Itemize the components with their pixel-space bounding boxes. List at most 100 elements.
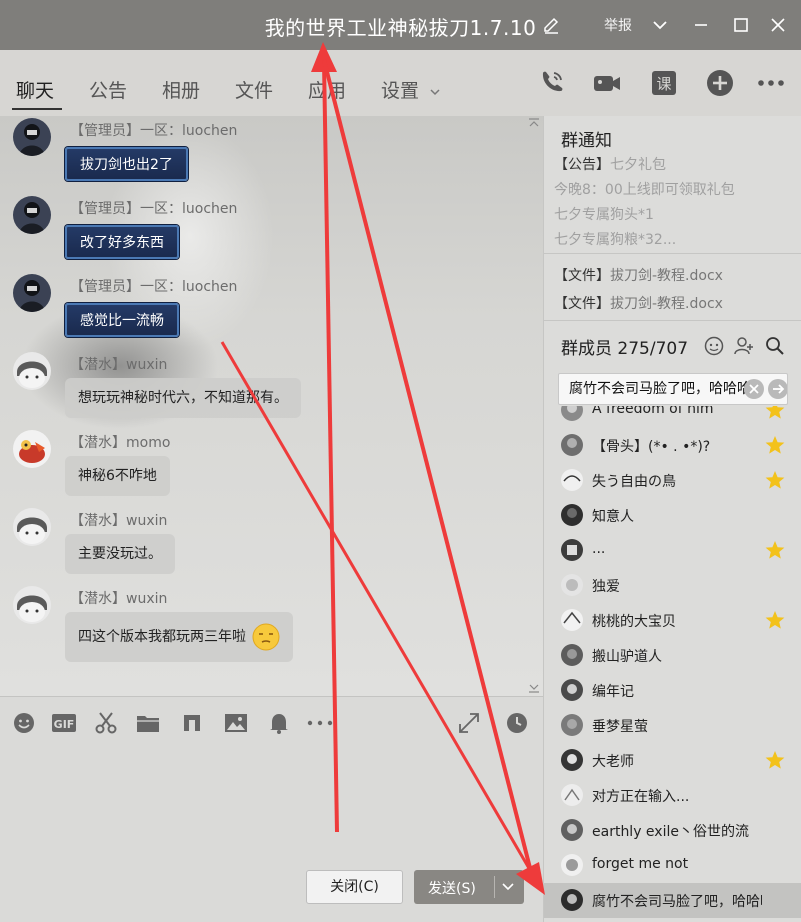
message-input[interactable]: 关闭(C) 发送(S) <box>0 746 543 922</box>
maximize-icon[interactable] <box>730 14 752 36</box>
add-icon[interactable] <box>705 68 735 98</box>
member-item[interactable]: A freedom of him <box>544 406 801 428</box>
expand-icon[interactable] <box>457 711 481 735</box>
notice-file[interactable]: 【文件】拔刀剑-教程.docx <box>554 293 723 313</box>
message-bubble[interactable]: 改了好多东西 <box>65 225 179 259</box>
clear-search-icon[interactable] <box>743 378 765 400</box>
star-icon <box>765 471 785 489</box>
member-list[interactable]: A freedom of him 【骨头】(*• . •*)? 失う自由の鳥 知… <box>544 406 801 922</box>
member-name: forget me not <box>592 856 689 872</box>
star-icon <box>765 436 785 454</box>
member-name: A freedom of him <box>592 406 714 417</box>
video-icon[interactable] <box>592 68 622 98</box>
member-item[interactable]: earthly exile丶俗世的流 <box>544 813 801 848</box>
chevron-down-icon[interactable] <box>649 14 671 36</box>
chat-message-area[interactable]: 【管理员】一区：luochen 拔刀剑也出2了 【管理员】一区：luochen … <box>0 116 543 696</box>
emoji-icon[interactable] <box>12 711 36 735</box>
notice-file[interactable]: 【文件】拔刀剑-教程.docx <box>554 265 723 285</box>
input-toolbar: GIF <box>0 696 543 746</box>
gif-icon[interactable]: GIF <box>51 711 77 735</box>
member-avatar <box>561 406 583 421</box>
collapse-up-icon[interactable] <box>528 118 540 130</box>
folder-icon[interactable] <box>136 711 160 735</box>
member-item[interactable]: 失う自由の鳥 <box>544 463 801 498</box>
more-icon[interactable] <box>756 68 786 98</box>
message-bubble[interactable]: 主要没玩过。 <box>65 534 175 574</box>
close-icon[interactable] <box>767 14 789 36</box>
message-bubble[interactable]: 感觉比一流畅 <box>65 303 179 337</box>
tab-album[interactable]: 相册 <box>162 76 200 103</box>
add-member-icon[interactable] <box>734 336 754 356</box>
user-avatar[interactable] <box>13 586 51 624</box>
report-button[interactable]: 举报 <box>604 15 632 35</box>
member-item[interactable]: 大老师 <box>544 743 801 778</box>
message-bubble[interactable]: 想玩玩神秘时代六，不知道那有。 <box>65 378 301 418</box>
message-sender: 【管理员】一区：luochen <box>70 201 238 217</box>
svg-text:GIF: GIF <box>54 718 75 731</box>
member-name: 对方正在输入... <box>592 789 690 805</box>
send-button[interactable]: 发送(S) <box>414 870 524 904</box>
member-item[interactable]: 垂梦星萤 <box>544 708 801 743</box>
message-sender: 【潜水】wuxin <box>70 513 168 529</box>
member-search-input[interactable]: 腐竹不会司马脸了吧，哈哈哈 <box>558 373 788 405</box>
user-avatar[interactable] <box>13 430 51 468</box>
member-item-selected[interactable]: 腐竹不会司马脸了吧，哈哈哈 <box>544 883 801 918</box>
message-sender: 【潜水】momo <box>70 435 171 451</box>
more-icon[interactable] <box>306 711 334 735</box>
member-avatar <box>561 609 583 631</box>
member-item[interactable]: 【骨头】(*• . •*)? <box>544 428 801 463</box>
invite-icon[interactable] <box>704 336 724 356</box>
send-button-label: 发送(S) <box>428 881 476 897</box>
member-item[interactable]: 桃桃的大宝贝 <box>544 603 801 638</box>
user-avatar[interactable] <box>13 508 51 546</box>
member-item[interactable]: 对方正在输入... <box>544 778 801 813</box>
phone-icon[interactable] <box>537 68 567 98</box>
member-item[interactable]: 编年记 <box>544 673 801 708</box>
message-bubble[interactable]: 四这个版本我都玩两三年啦 <box>65 612 294 662</box>
edit-title-icon[interactable] <box>542 16 560 34</box>
message-bubble[interactable]: 神秘6不咋地 <box>65 456 170 496</box>
member-item[interactable]: 知意人 <box>544 498 801 533</box>
admin-avatar[interactable] <box>13 118 51 156</box>
search-next-icon[interactable] <box>767 378 788 400</box>
member-item[interactable]: forget me not <box>544 848 801 883</box>
member-name: earthly exile丶俗世的流 <box>592 824 749 840</box>
chat-message: 【潜水】wuxin 主要没玩过。 <box>0 508 520 578</box>
notice-announcement[interactable]: 【公告】七夕礼包 <box>554 154 666 174</box>
member-name: 编年记 <box>592 684 634 700</box>
close-button[interactable]: 关闭(C) <box>306 870 403 904</box>
file-name: 拔刀剑-教程.docx <box>610 268 723 284</box>
admin-avatar[interactable] <box>13 196 51 234</box>
member-item[interactable]: ... <box>544 533 801 568</box>
chevron-down-icon[interactable] <box>501 880 515 894</box>
member-name: 失う自由の鳥 <box>592 474 676 490</box>
bell-icon[interactable] <box>267 711 291 735</box>
screenshot-icon[interactable] <box>94 711 118 735</box>
minimize-icon[interactable] <box>690 14 712 36</box>
member-item[interactable]: 独爱 <box>544 568 801 603</box>
chevron-down-icon <box>430 88 440 95</box>
star-icon <box>765 611 785 629</box>
user-avatar[interactable] <box>13 352 51 390</box>
chat-message: 【管理员】一区：luochen 感觉比一流畅 <box>0 274 520 344</box>
admin-avatar[interactable] <box>13 274 51 312</box>
collapse-down-icon[interactable] <box>528 682 540 694</box>
tab-files[interactable]: 文件 <box>235 76 273 103</box>
music-icon[interactable] <box>180 711 204 735</box>
message-bubble[interactable]: 拔刀剑也出2了 <box>65 147 188 181</box>
tab-settings[interactable]: 设置 <box>381 76 441 103</box>
search-icon[interactable] <box>765 336 785 356</box>
history-icon[interactable] <box>505 711 529 735</box>
member-avatar <box>561 784 583 806</box>
member-name: 【骨头】(*• . •*)? <box>592 439 711 455</box>
window-title-text: 我的世界工业神秘拔刀1.7.10 <box>264 16 537 40</box>
tab-apps[interactable]: 应用 <box>308 76 346 103</box>
message-sender: 【管理员】一区：luochen <box>70 123 238 139</box>
member-name: ... <box>592 541 606 557</box>
image-icon[interactable] <box>224 711 248 735</box>
member-item[interactable]: 搬山驴道人 <box>544 638 801 673</box>
chat-message: 【潜水】wuxin 四这个版本我都玩两三年啦 <box>0 586 520 666</box>
tab-announcement[interactable]: 公告 <box>89 76 127 103</box>
class-icon[interactable]: 课 <box>649 68 679 98</box>
tab-chat[interactable]: 聊天 <box>16 76 54 103</box>
